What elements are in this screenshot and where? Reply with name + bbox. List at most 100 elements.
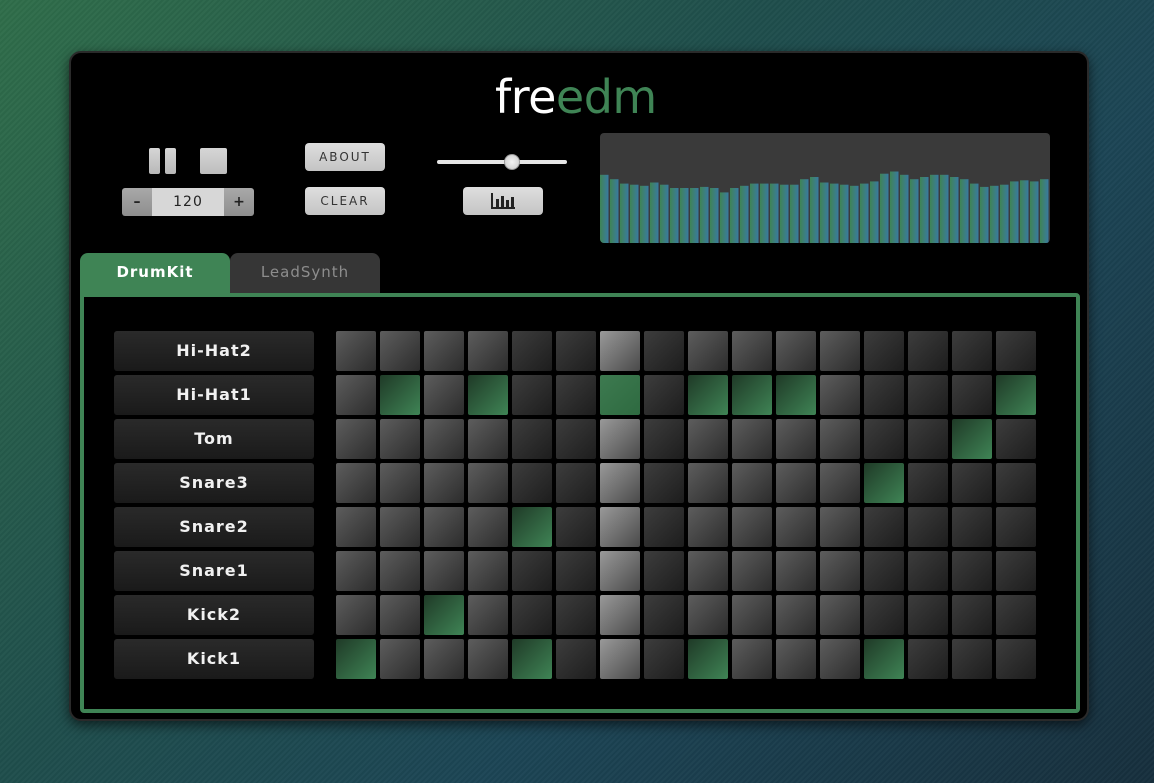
track-label-button[interactable]: Kick2	[114, 595, 314, 635]
step-cell[interactable]	[512, 419, 552, 459]
step-cell[interactable]	[380, 639, 420, 679]
tempo-increase-button[interactable]: +	[224, 188, 254, 216]
step-cell[interactable]	[600, 639, 640, 679]
step-cell[interactable]	[908, 331, 948, 371]
step-cell[interactable]	[820, 375, 860, 415]
about-button[interactable]: ABOUT	[305, 143, 385, 171]
step-cell[interactable]	[556, 331, 596, 371]
step-cell[interactable]	[600, 463, 640, 503]
step-cell[interactable]	[644, 419, 684, 459]
step-cell[interactable]	[468, 463, 508, 503]
step-cell[interactable]	[600, 507, 640, 547]
step-cell[interactable]	[512, 595, 552, 635]
step-cell[interactable]	[556, 551, 596, 591]
step-cell[interactable]	[776, 507, 816, 547]
step-cell[interactable]	[820, 331, 860, 371]
step-cell[interactable]	[468, 419, 508, 459]
step-cell[interactable]	[864, 507, 904, 547]
step-cell[interactable]	[820, 639, 860, 679]
step-cell[interactable]	[424, 639, 464, 679]
step-cell[interactable]	[644, 375, 684, 415]
step-cell[interactable]	[336, 551, 376, 591]
step-cell[interactable]	[380, 375, 420, 415]
step-cell[interactable]	[644, 551, 684, 591]
step-cell[interactable]	[820, 595, 860, 635]
step-cell[interactable]	[688, 551, 728, 591]
step-cell[interactable]	[600, 551, 640, 591]
step-cell[interactable]	[644, 595, 684, 635]
step-cell[interactable]	[556, 639, 596, 679]
step-cell[interactable]	[776, 639, 816, 679]
step-cell[interactable]	[996, 595, 1036, 635]
step-cell[interactable]	[512, 463, 552, 503]
step-cell[interactable]	[468, 331, 508, 371]
step-cell[interactable]	[996, 507, 1036, 547]
step-cell[interactable]	[776, 551, 816, 591]
step-cell[interactable]	[776, 595, 816, 635]
step-cell[interactable]	[424, 507, 464, 547]
clear-button[interactable]: CLEAR	[305, 187, 385, 215]
step-cell[interactable]	[512, 507, 552, 547]
step-cell[interactable]	[336, 375, 376, 415]
step-cell[interactable]	[556, 463, 596, 503]
step-cell[interactable]	[996, 463, 1036, 503]
step-cell[interactable]	[512, 331, 552, 371]
step-cell[interactable]	[864, 331, 904, 371]
step-cell[interactable]	[336, 463, 376, 503]
step-cell[interactable]	[820, 419, 860, 459]
step-cell[interactable]	[512, 551, 552, 591]
step-cell[interactable]	[732, 551, 772, 591]
step-cell[interactable]	[468, 639, 508, 679]
tab-leadsynth[interactable]: LeadSynth	[230, 253, 380, 293]
step-cell[interactable]	[952, 639, 992, 679]
track-label-button[interactable]: Snare1	[114, 551, 314, 591]
step-cell[interactable]	[556, 375, 596, 415]
step-cell[interactable]	[864, 551, 904, 591]
step-cell[interactable]	[996, 331, 1036, 371]
step-cell[interactable]	[688, 463, 728, 503]
step-cell[interactable]	[776, 463, 816, 503]
step-cell[interactable]	[644, 507, 684, 547]
step-cell[interactable]	[864, 595, 904, 635]
step-cell[interactable]	[380, 331, 420, 371]
pause-button[interactable]	[149, 148, 177, 174]
step-cell[interactable]	[380, 463, 420, 503]
step-cell[interactable]	[468, 375, 508, 415]
step-cell[interactable]	[380, 419, 420, 459]
step-cell[interactable]	[424, 551, 464, 591]
step-cell[interactable]	[908, 639, 948, 679]
tab-drumkit[interactable]: DrumKit	[80, 253, 230, 293]
track-label-button[interactable]: Hi-Hat1	[114, 375, 314, 415]
step-cell[interactable]	[468, 551, 508, 591]
step-cell[interactable]	[512, 639, 552, 679]
step-cell[interactable]	[952, 551, 992, 591]
step-cell[interactable]	[600, 375, 640, 415]
step-cell[interactable]	[908, 463, 948, 503]
step-cell[interactable]	[380, 595, 420, 635]
step-cell[interactable]	[732, 419, 772, 459]
step-cell[interactable]	[688, 639, 728, 679]
track-label-button[interactable]: Hi-Hat2	[114, 331, 314, 371]
step-cell[interactable]	[820, 551, 860, 591]
step-cell[interactable]	[732, 639, 772, 679]
step-cell[interactable]	[864, 375, 904, 415]
step-cell[interactable]	[424, 331, 464, 371]
step-cell[interactable]	[732, 375, 772, 415]
step-cell[interactable]	[644, 463, 684, 503]
step-cell[interactable]	[952, 463, 992, 503]
step-cell[interactable]	[556, 507, 596, 547]
visualizer-toggle-button[interactable]	[463, 187, 543, 215]
step-cell[interactable]	[908, 551, 948, 591]
track-label-button[interactable]: Snare3	[114, 463, 314, 503]
step-cell[interactable]	[512, 375, 552, 415]
step-cell[interactable]	[908, 507, 948, 547]
step-cell[interactable]	[600, 595, 640, 635]
step-cell[interactable]	[732, 507, 772, 547]
step-cell[interactable]	[468, 507, 508, 547]
step-cell[interactable]	[952, 331, 992, 371]
step-cell[interactable]	[776, 375, 816, 415]
step-cell[interactable]	[732, 463, 772, 503]
step-cell[interactable]	[688, 595, 728, 635]
step-cell[interactable]	[996, 639, 1036, 679]
step-cell[interactable]	[336, 595, 376, 635]
